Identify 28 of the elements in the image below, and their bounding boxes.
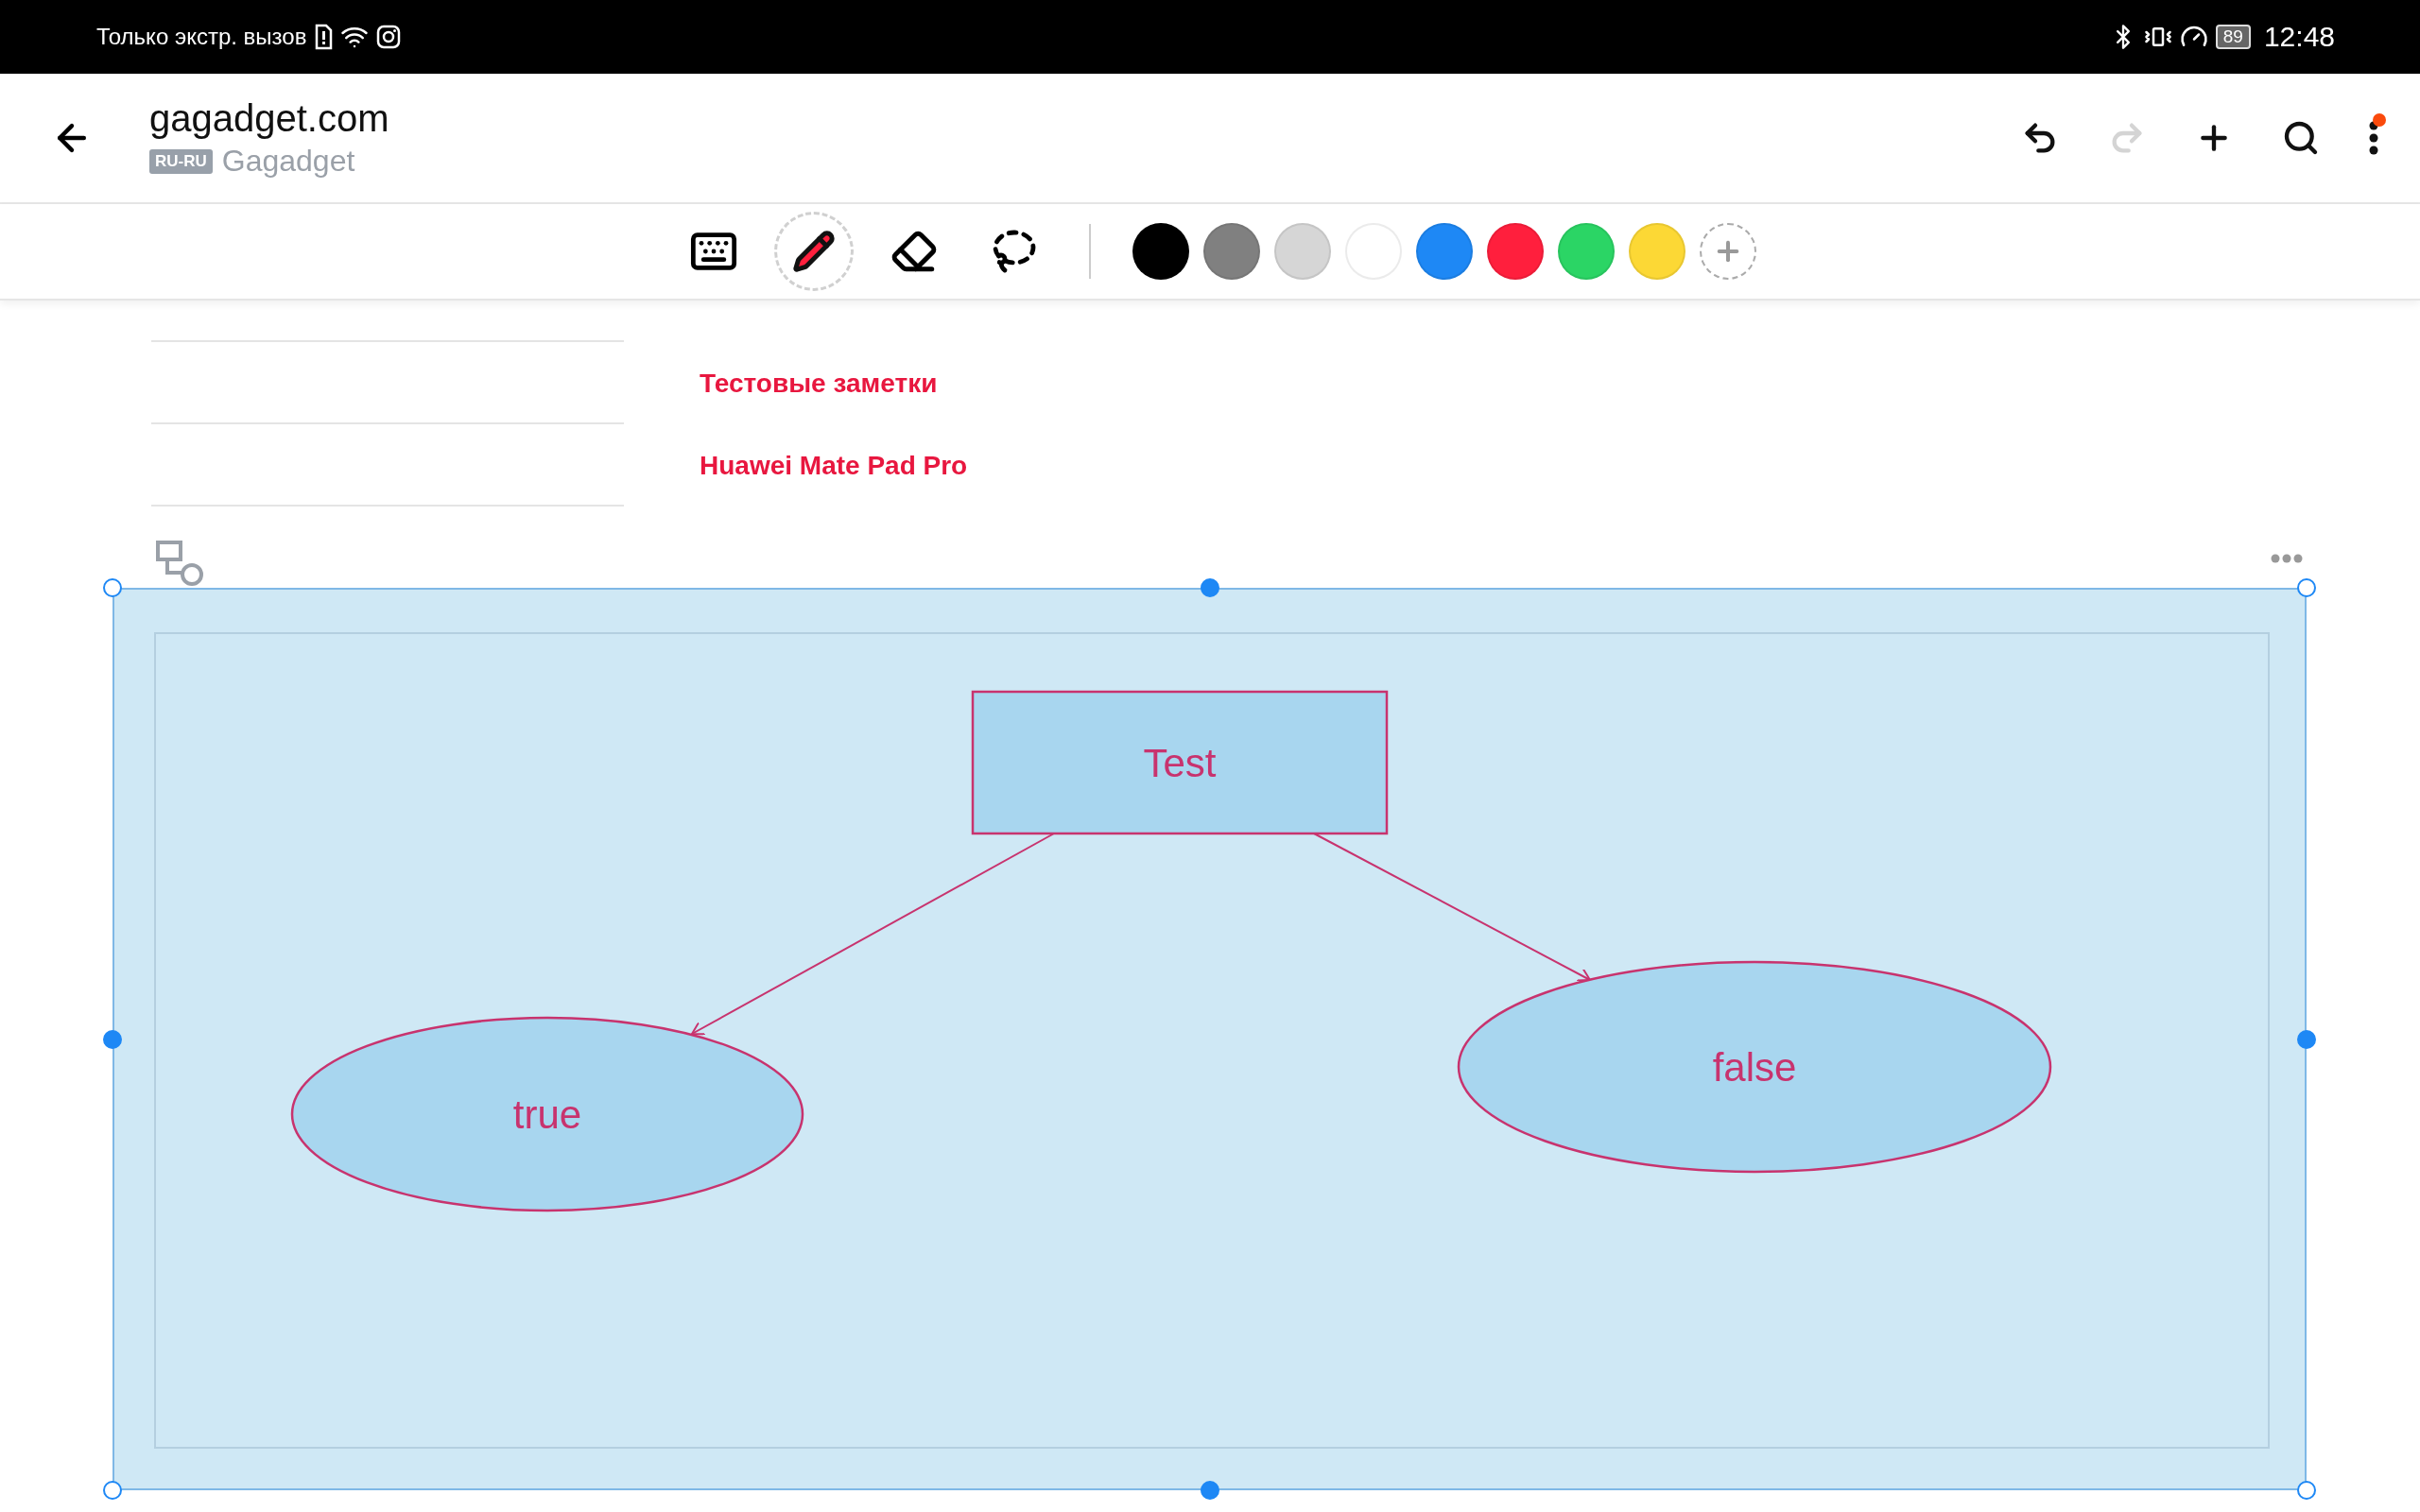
resize-handle[interactable]	[2297, 1481, 2316, 1500]
resize-handle[interactable]	[103, 578, 122, 597]
pencil-icon	[792, 230, 836, 273]
note-link[interactable]: Huawei Mate Pad Pro	[700, 450, 968, 481]
carrier-text: Только экстр. вызов	[96, 24, 307, 50]
lasso-icon	[992, 229, 1037, 274]
clock-time: 12:48	[2263, 21, 2335, 53]
page-title: gagadget.com	[149, 97, 389, 140]
process-node: Test	[971, 690, 1389, 835]
resize-handle[interactable]	[2297, 578, 2316, 597]
ellipse-node: true	[290, 1016, 804, 1212]
ellipse-node: false	[1457, 960, 2052, 1174]
language-badge: RU-RU	[149, 148, 213, 174]
resize-handle[interactable]	[1200, 578, 1219, 597]
pen-tool-button[interactable]	[774, 212, 854, 291]
battery-icon: 89	[2215, 25, 2251, 49]
note-link[interactable]: Тестовые заметки	[700, 368, 938, 399]
diagram-icon	[156, 541, 205, 588]
sim-alert-icon	[314, 24, 334, 50]
notebook-name: Gagadget	[221, 144, 355, 179]
resize-handle[interactable]	[103, 1029, 122, 1049]
camera-icon	[376, 25, 402, 49]
diagram-canvas[interactable]: Test true false	[112, 588, 2307, 1490]
resize-handle[interactable]	[103, 1481, 122, 1500]
search-icon	[2282, 119, 2320, 157]
more-icon	[2369, 121, 2378, 155]
add-color-button[interactable]	[1700, 223, 1756, 280]
more-options-icon[interactable]	[2271, 554, 2303, 563]
